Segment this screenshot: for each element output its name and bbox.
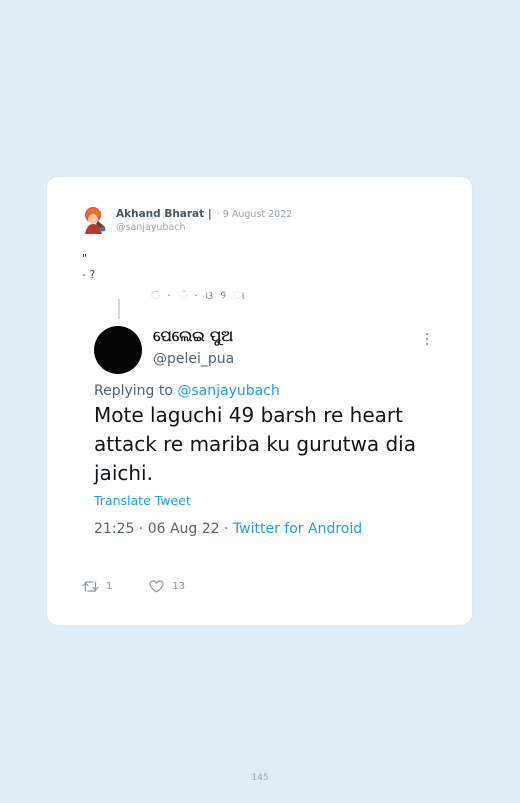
embedded-tweet-screenshot: ଁ · ଁ · ଓ ୨ଁ ା ପେଲେଇ ପୁଅ @pelei_pua Repl… <box>81 291 446 551</box>
reply-timestamp: 21:25 · 06 Aug 22 · <box>94 521 229 537</box>
reply-text: Mote laguchi 49 barsh re heart attack re… <box>94 403 416 485</box>
reply-meta: 21:25 · 06 Aug 22 · Twitter for Android <box>94 521 362 537</box>
author-info: Akhand Bharat | · 9 August 2022 @sanjayu… <box>116 205 292 234</box>
avatar-illustration-icon <box>85 207 106 234</box>
replying-prefix: Replying to <box>94 383 173 399</box>
thread-line <box>118 299 120 319</box>
author-handle[interactable]: @sanjayubach <box>116 221 292 234</box>
author-name[interactable]: Akhand Bharat | <box>116 208 212 220</box>
cropped-text-fragment: ଁ · ଁ · ଓ ୨ଁ ା <box>151 291 247 302</box>
retweet-button[interactable]: 1 <box>82 580 112 593</box>
like-button[interactable]: 13 <box>149 580 185 593</box>
retweet-count: 1 <box>106 581 113 592</box>
retweet-icon <box>82 581 99 592</box>
tweet-date[interactable]: · 9 August 2022 <box>217 209 293 220</box>
avatar[interactable] <box>81 205 109 235</box>
tweet-body: " - ? <box>82 252 96 281</box>
like-count: 13 <box>172 581 186 592</box>
replying-mention: @sanjayubach <box>177 383 280 399</box>
reply-display-name: ପେଲେଇ ପୁଅ <box>153 327 234 345</box>
tweet-header: Akhand Bharat | · 9 August 2022 @sanjayu… <box>81 205 292 235</box>
reply-avatar <box>94 326 142 374</box>
reply-handle: @pelei_pua <box>153 351 235 367</box>
translate-tweet-link: Translate Tweet <box>94 493 191 508</box>
reply-source: Twitter for Android <box>232 521 363 537</box>
tweet-actions: 1 13 <box>82 580 185 593</box>
more-options-icon <box>424 331 430 347</box>
tweet-card: Akhand Bharat | · 9 August 2022 @sanjayu… <box>47 177 472 625</box>
page-number: 145 <box>251 773 269 783</box>
replying-to-line: Replying to @sanjayubach <box>94 383 280 399</box>
heart-icon <box>149 580 164 593</box>
